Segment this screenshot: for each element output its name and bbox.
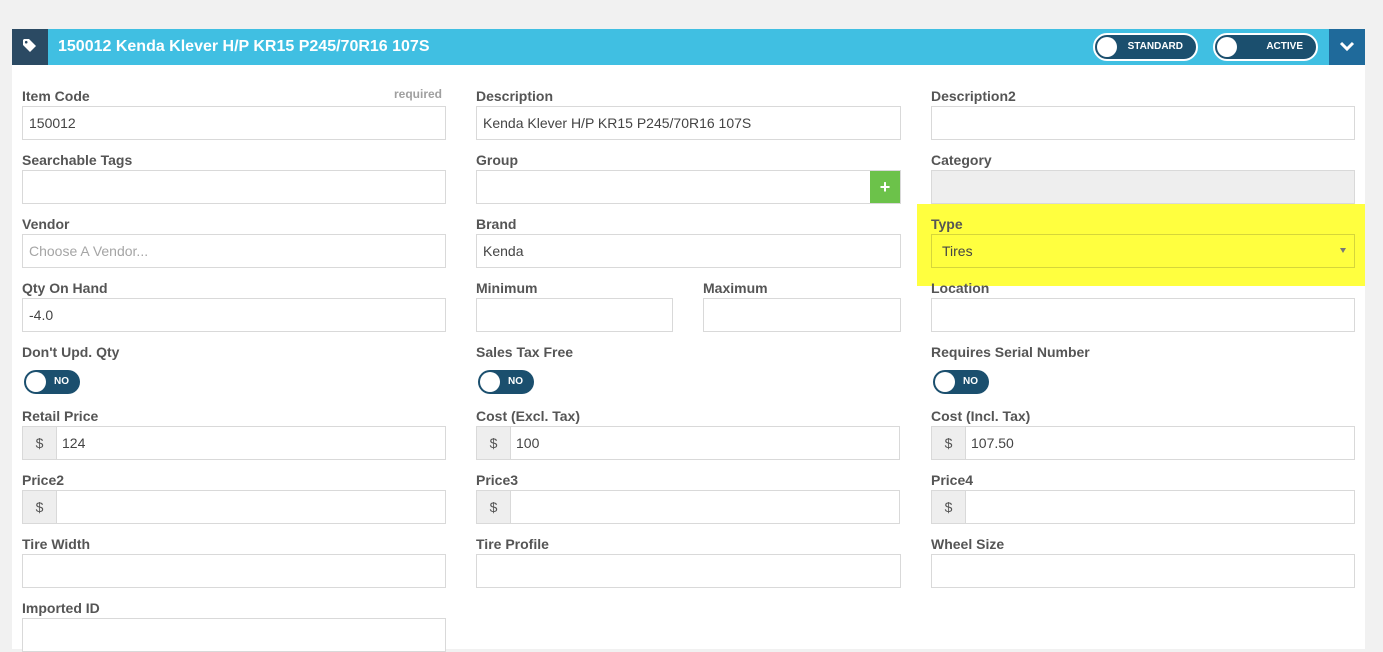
currency-prefix: $ <box>932 491 966 523</box>
brand-label: Brand <box>476 216 517 232</box>
toggle-knob <box>480 372 500 392</box>
searchable-tags-input[interactable] <box>22 170 446 204</box>
sales-tax-free-label: Sales Tax Free <box>476 344 574 360</box>
collapse-button[interactable] <box>1329 29 1365 65</box>
tag-icon <box>12 29 48 65</box>
required-indicator: required <box>394 87 443 101</box>
minimum-input[interactable] <box>476 298 673 332</box>
maximum-input[interactable] <box>703 298 901 332</box>
dropdown-caret-icon <box>1340 248 1346 253</box>
price4-input[interactable]: $ <box>931 490 1355 524</box>
imported-id-label: Imported ID <box>22 600 100 616</box>
price4-label: Price4 <box>931 472 974 488</box>
price2-input[interactable]: $ <box>22 490 446 524</box>
price3-label: Price3 <box>476 472 519 488</box>
page-title: 150012 Kenda Klever H/P KR15 P245/70R16 … <box>58 38 430 55</box>
type-select[interactable]: Tires <box>931 234 1355 268</box>
retail-price-label: Retail Price <box>22 408 99 424</box>
minimum-label: Minimum <box>476 280 538 296</box>
active-toggle-label: ACTIVE <box>1266 41 1303 52</box>
cost-incl-input[interactable]: $ 107.50 <box>931 426 1355 460</box>
category-input <box>931 170 1355 204</box>
toggle-knob <box>935 372 955 392</box>
toggle-knob <box>1097 37 1117 57</box>
location-label: Location <box>931 280 990 296</box>
currency-prefix: $ <box>23 427 57 459</box>
description-label: Description <box>476 88 554 104</box>
cost-excl-input[interactable]: $ 100 <box>476 426 900 460</box>
retail-price-input[interactable]: $ 124 <box>22 426 446 460</box>
group-label: Group <box>476 152 518 168</box>
toggle-knob <box>26 372 46 392</box>
add-group-button[interactable]: + <box>870 171 900 203</box>
type-label: Type <box>931 216 963 232</box>
chevron-down-icon <box>1339 41 1355 52</box>
toggle-state: NO <box>54 376 69 387</box>
item-panel: 150012 Kenda Klever H/P KR15 P245/70R16 … <box>12 29 1365 652</box>
searchable-tags-label: Searchable Tags <box>22 152 133 168</box>
tire-width-input[interactable] <box>22 554 446 588</box>
sales-tax-free-toggle[interactable]: NO <box>478 370 534 394</box>
requires-serial-label: Requires Serial Number <box>931 344 1090 360</box>
vendor-label: Vendor <box>22 216 70 232</box>
wheel-size-label: Wheel Size <box>931 536 1005 552</box>
price2-label: Price2 <box>22 472 65 488</box>
qty-on-hand-label: Qty On Hand <box>22 280 108 296</box>
panel-header: 150012 Kenda Klever H/P KR15 P245/70R16 … <box>12 29 1365 65</box>
qty-on-hand-input[interactable]: -4.0 <box>22 298 446 332</box>
item-code-label: Item Code <box>22 88 90 104</box>
vendor-select[interactable]: Choose A Vendor... <box>22 234 446 268</box>
active-toggle[interactable]: ACTIVE <box>1213 33 1318 61</box>
cost-incl-value: 107.50 <box>971 435 1014 451</box>
category-label: Category <box>931 152 992 168</box>
currency-prefix: $ <box>932 427 966 459</box>
dont-upd-qty-toggle[interactable]: NO <box>24 370 80 394</box>
currency-prefix: $ <box>477 427 511 459</box>
item-code-input[interactable]: 150012 <box>22 106 446 140</box>
cost-incl-label: Cost (Incl. Tax) <box>931 408 1031 424</box>
group-input[interactable]: + <box>476 170 901 204</box>
currency-prefix: $ <box>477 491 511 523</box>
tire-profile-input[interactable] <box>476 554 901 588</box>
retail-price-value: 124 <box>62 435 86 451</box>
standard-toggle-label: STANDARD <box>1127 41 1183 52</box>
toggle-state: NO <box>508 376 523 387</box>
tire-width-label: Tire Width <box>22 536 91 552</box>
tire-profile-label: Tire Profile <box>476 536 549 552</box>
toggle-state: NO <box>963 376 978 387</box>
description2-input[interactable] <box>931 106 1355 140</box>
maximum-label: Maximum <box>703 280 768 296</box>
description2-label: Description2 <box>931 88 1016 104</box>
toggle-knob <box>1217 37 1237 57</box>
description-input[interactable]: Kenda Klever H/P KR15 P245/70R16 107S <box>476 106 901 140</box>
standard-toggle[interactable]: STANDARD <box>1093 33 1198 61</box>
price3-input[interactable]: $ <box>476 490 900 524</box>
location-input[interactable] <box>931 298 1355 332</box>
wheel-size-input[interactable] <box>931 554 1355 588</box>
type-value: Tires <box>942 243 973 259</box>
imported-id-input[interactable] <box>22 618 446 652</box>
dont-upd-qty-label: Don't Upd. Qty <box>22 344 120 360</box>
cost-excl-value: 100 <box>516 435 540 451</box>
brand-input[interactable]: Kenda <box>476 234 901 268</box>
cost-excl-label: Cost (Excl. Tax) <box>476 408 580 424</box>
currency-prefix: $ <box>23 491 57 523</box>
requires-serial-toggle[interactable]: NO <box>933 370 989 394</box>
